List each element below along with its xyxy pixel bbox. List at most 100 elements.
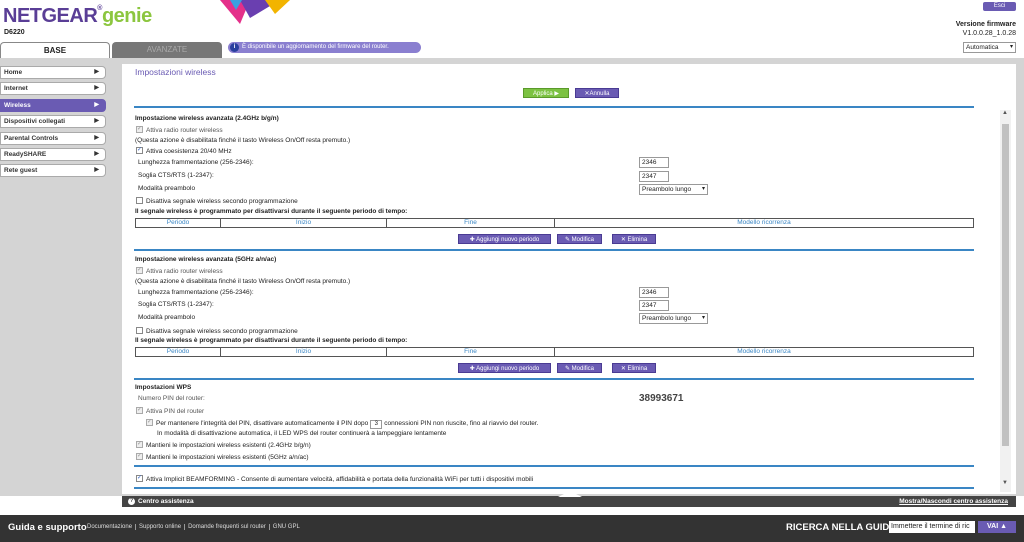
chevron-down-icon: ▾ [701,186,705,192]
scrollbar-thumb[interactable] [1002,124,1009,446]
section-title-wps: Impostazioni WPS [135,384,192,391]
tab-advanced[interactable]: AVANZATE [112,42,222,58]
pin-value: 38993671 [639,393,684,404]
add-period-button-24[interactable]: ✚ Aggiungi nuovo periodo [458,234,551,244]
pin-protect-post: connessioni PIN non riuscite, fino al ri… [384,420,539,427]
scroll-up-icon[interactable]: ▲ [1002,110,1008,116]
frag-input-24[interactable]: 2346 [639,157,669,168]
cancel-button[interactable]: ✕Annulla [575,88,619,98]
schedule-disable-24-checkbox[interactable] [136,197,143,204]
delete-button-24[interactable]: ✕ Elimina [612,234,656,244]
enable-radio-24-checkbox[interactable] [136,125,143,133]
settings-scroll-area[interactable]: Impostazione wireless avanzata (2.4GHz b… [122,110,1016,492]
footer: Guida e supporto Documentazione Supporto … [0,515,1024,542]
pin-attempts-input[interactable]: 3 [370,420,383,429]
preamble-select-24[interactable]: Preambolo lungo ▾ [639,184,708,195]
tab-base[interactable]: BASE [0,42,110,58]
chevron-right-icon: ▶ [94,69,99,75]
sidebar-nav: Home ▶ Internet ▶ Wireless ▶ Dispositivi co… [0,66,106,181]
firmware-title: Versione firmware [955,21,1016,28]
apply-button[interactable]: Applica ▶ [523,88,569,98]
delete-button-5[interactable]: ✕ Elimina [612,363,656,373]
frag-label-5: Lunghezza frammentazione (256-2346): [138,289,254,296]
language-select[interactable]: Automatica ▾ [963,42,1016,53]
logo-genie: genie [101,5,152,27]
schedule-table-5: Periodo Inizio Fine Modello ricorrenza [135,347,974,357]
chevron-right-icon: ▶ [94,134,99,141]
enable-pin-checkbox[interactable] [136,406,143,414]
chevron-down-icon: ▾ [1009,44,1013,50]
frag-label-24: Lunghezza frammentazione (256-2346): [138,159,254,166]
cts-input-24[interactable]: 2347 [639,171,669,182]
table-header-end: Fine [387,219,555,227]
schedule-disable-5-row: Disattiva segnale wireless secondo progr… [136,327,298,335]
footer-title: Guida e supporto [8,522,87,533]
chevron-right-icon: ▶ [94,85,99,92]
schedule-note-24: Il segnale wireless è programmato per di… [135,208,408,215]
chevron-right-icon: ▶ [94,101,99,108]
schedule-disable-24-label: Disattiva segnale wireless secondo progr… [146,198,298,205]
sidebar-item-readyshare[interactable]: ReadySHARE ▶ [0,147,106,161]
notice-text: È disponibile un aggiornamento del firmw… [242,44,389,50]
preamble-select-5[interactable]: Preambolo lungo ▾ [639,313,708,324]
footer-link-faq[interactable]: Domande frequenti sul router [185,524,270,530]
edit-button-5[interactable]: ✎ Modifica [557,363,602,373]
help-center-toggle-link[interactable]: Mostra/Nascondi centro assistenza [899,496,1008,507]
scroll-down-icon[interactable]: ▼ [1002,480,1008,486]
sidebar-item-label: Home [4,69,23,76]
sidebar-item-label: Internet [4,85,28,93]
keep5-label: Mantieni le impostazioni wireless esiste… [146,454,309,461]
schedule-disable-5-checkbox[interactable] [136,327,143,334]
sidebar-item-attached-devices[interactable]: Dispositivi collegati ▶ [0,115,106,129]
sidebar-item-label: Parental Controls [4,134,59,142]
cts-label-24: Soglia CTS/RTS (1-2347): [138,172,214,179]
help-center-bar[interactable]: ? Centro assistenza Mostra/Nascondi cent… [122,491,1016,507]
brand-decoration-icon [220,0,290,24]
help-search-input[interactable]: Immettere il termine di ric [889,521,975,533]
coexistence-checkbox[interactable] [136,146,143,154]
sidebar-item-parental-controls[interactable]: Parental Controls ▶ [0,131,106,145]
add-period-button-5[interactable]: ✚ Aggiungi nuovo periodo [458,363,551,373]
enable-pin-label: Attiva PIN del router [146,408,205,415]
preamble-label-24: Modalità preambolo [138,185,196,192]
main-panel: Impostazioni wireless Applica ▶ ✕Annulla… [122,64,1016,494]
divider [134,106,974,108]
language-select-value: Automatica [966,44,999,51]
preamble-select-5-value: Preambolo lungo [642,315,692,322]
table-header-period: Periodo [136,219,221,227]
help-search-button[interactable]: VAI ▲ [978,521,1016,533]
edit-button-24[interactable]: ✎ Modifica [557,234,602,244]
beamforming-row: Attiva Implicit BEAMFORMING - Consente d… [136,474,533,483]
scrollbar[interactable]: ▲ ▼ [1000,110,1011,492]
enable-radio-24-label: Attiva radio router wireless [146,127,223,134]
preamble-select-24-value: Preambolo lungo [642,186,692,193]
footer-link-gpl[interactable]: GNU GPL [270,524,303,530]
sidebar-item-guest-network[interactable]: Rete guest ▶ [0,164,106,178]
pin-label: Numero PIN del router: [138,395,205,402]
keep24-checkbox[interactable] [136,440,143,448]
help-toggle-notch[interactable] [558,491,582,497]
cts-input-5[interactable]: 2347 [639,300,669,311]
section-title-24ghz: Impostazione wireless avanzata (2.4GHz b… [135,115,279,122]
sidebar-item-home[interactable]: Home ▶ [0,66,106,79]
chevron-right-icon: ▶ [94,150,99,157]
enable-radio-5-label: Attiva radio router wireless [146,268,223,275]
pin-protect-row: Per mantenere l'integrità del PIN, disat… [146,418,539,429]
sidebar-item-wireless[interactable]: Wireless ▶ [0,98,106,112]
pin-protect-pre: Per mantenere l'integrità del PIN, disat… [156,420,369,427]
keep5-checkbox[interactable] [136,452,143,460]
sidebar-item-internet[interactable]: Internet ▶ [0,82,106,96]
enable-radio-5-checkbox[interactable] [136,266,143,274]
logout-button[interactable]: Esci [983,2,1016,11]
pin-protect-checkbox[interactable] [146,418,153,426]
schedule-note-5: Il segnale wireless è programmato per di… [135,337,408,344]
frag-input-5[interactable]: 2346 [639,287,669,298]
divider [134,378,974,380]
beamforming-checkbox[interactable] [136,474,143,482]
divider [134,487,974,489]
table-header-end: Fine [387,348,555,356]
firmware-update-notice[interactable]: iÈ disponibile un aggiornamento del firm… [228,42,421,53]
footer-link-documentation[interactable]: Documentazione [87,524,137,530]
radio-note-24: (Questa azione è disabilitata finché il … [135,137,351,144]
footer-link-support[interactable]: Supporto online [136,524,186,530]
